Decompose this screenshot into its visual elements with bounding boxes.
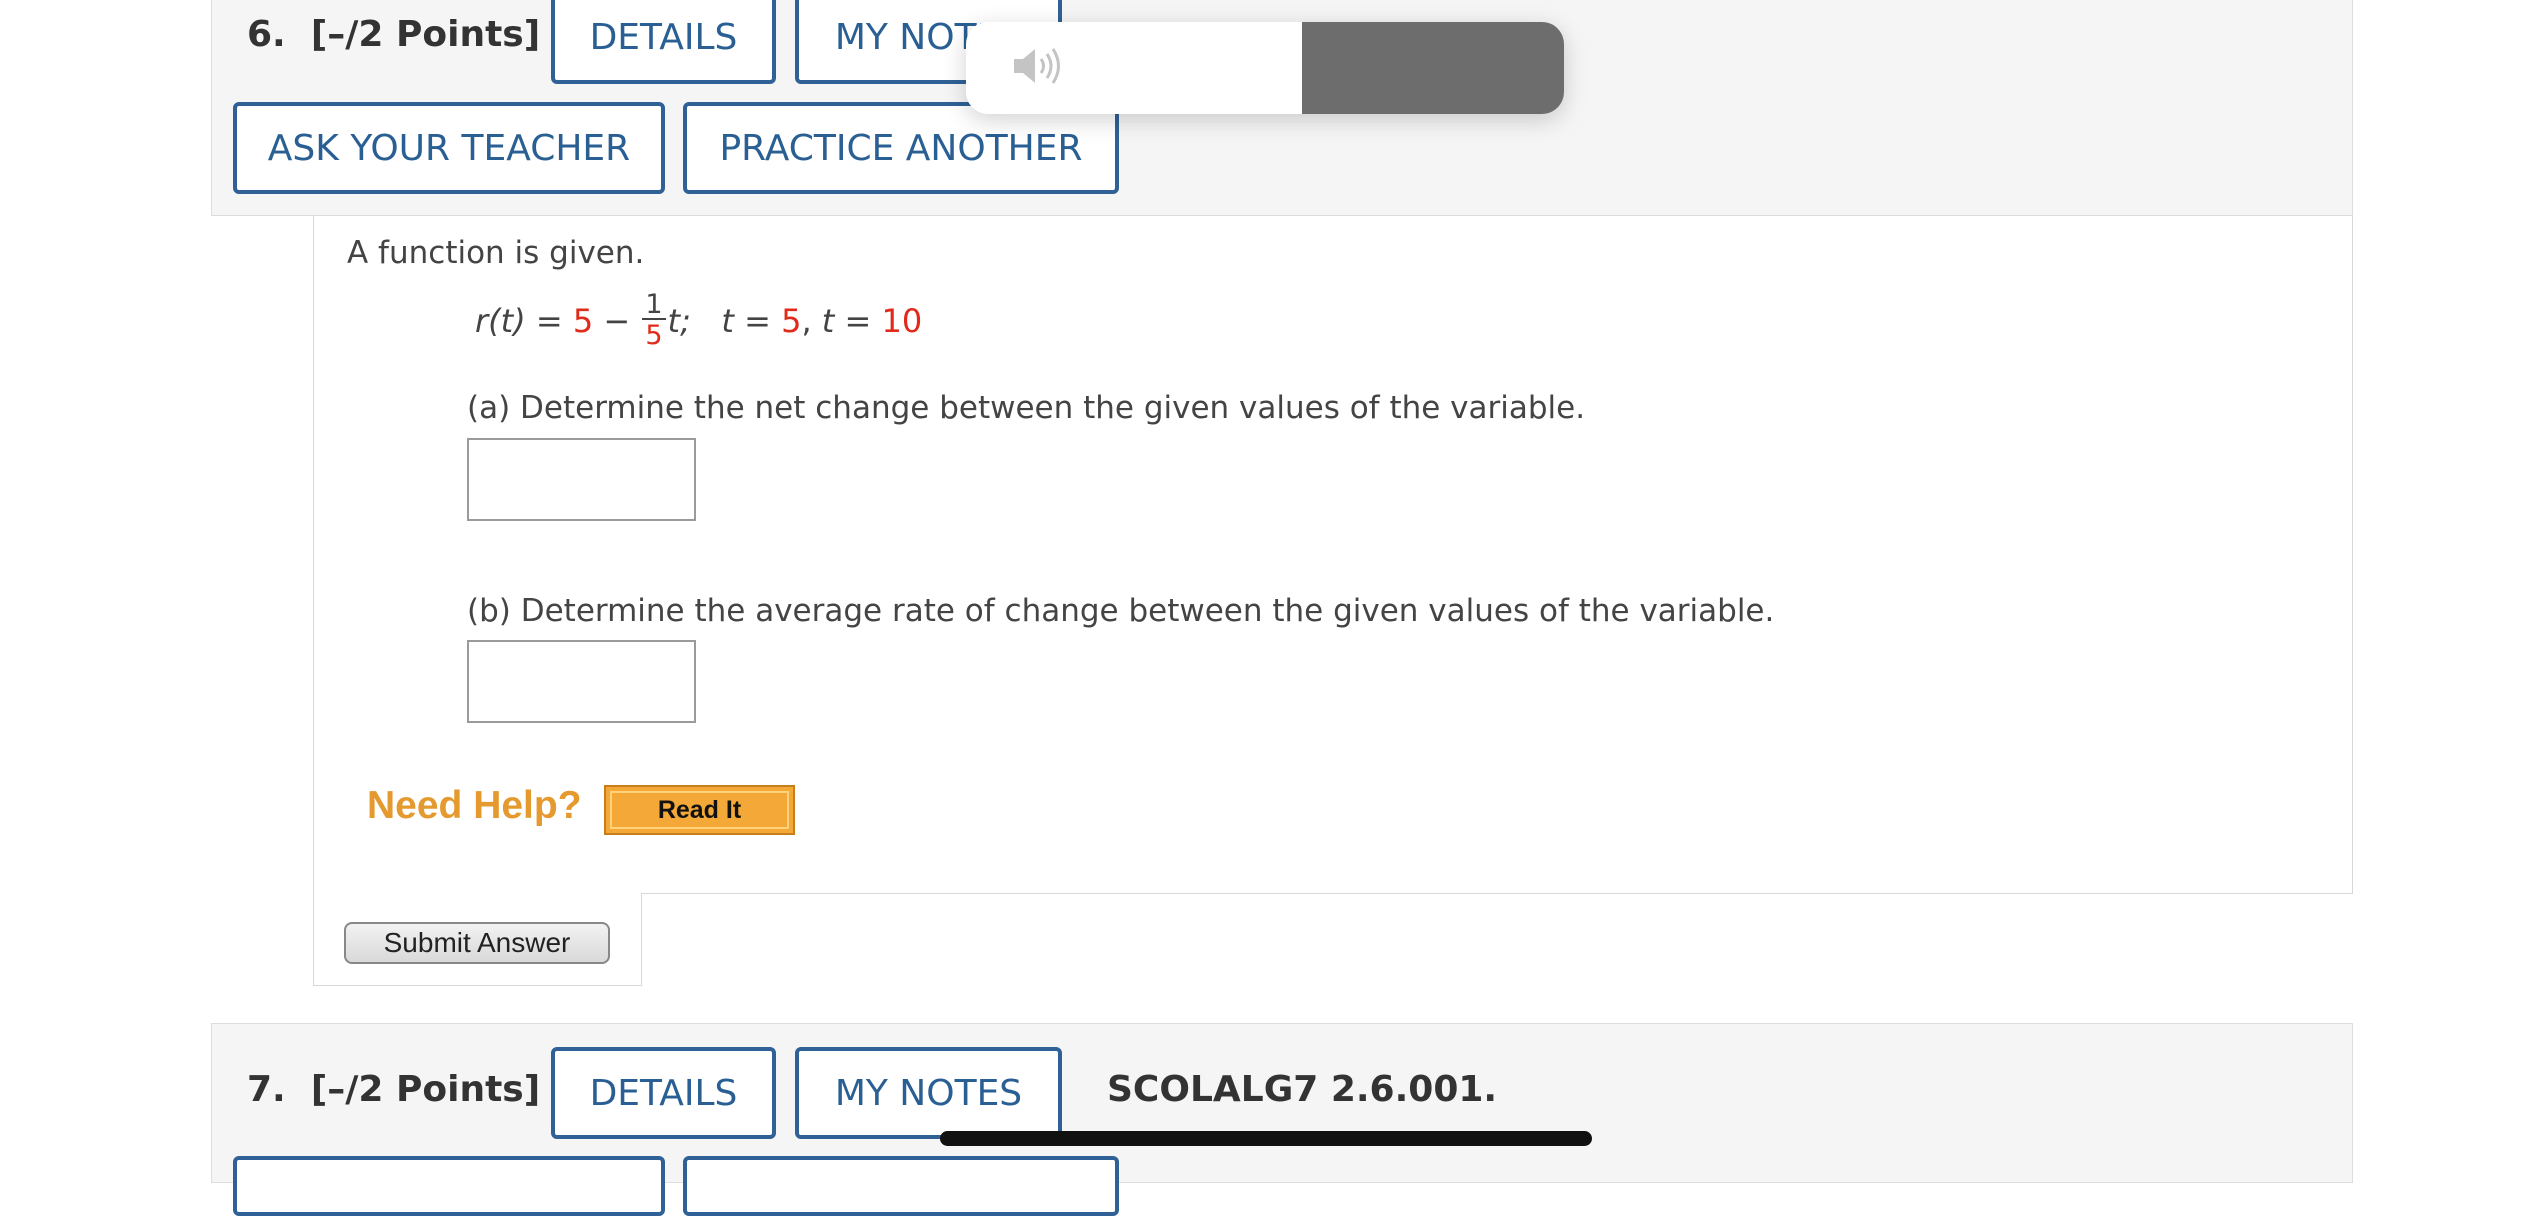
audio-player-overlay[interactable] — [966, 22, 1564, 114]
question-6-points: 6. [–/2 Points] — [247, 14, 540, 55]
details-label: DETAILS — [589, 1072, 738, 1114]
t2-value: 10 — [881, 302, 923, 340]
question-6-details-button[interactable]: DETAILS — [551, 0, 776, 84]
question-6-number: 6. — [247, 14, 286, 55]
question-7-details-button[interactable]: DETAILS — [551, 1047, 776, 1139]
part-a-prompt: (a) Determine the net change between the… — [467, 390, 1586, 426]
fraction-numerator: 1 — [642, 291, 666, 320]
details-label: DETAILS — [589, 16, 738, 58]
equation-fraction: 15 — [642, 291, 666, 351]
question-7-points-label: [–/2 Points] — [310, 1069, 541, 1110]
submit-answer-button[interactable]: Submit Answer — [344, 922, 610, 964]
question-7-code: SCOLALG7 2.6.001. — [1107, 1069, 1498, 1110]
t1-value: 5 — [781, 302, 802, 340]
function-equation: r(t) = 5 − 1 5 t; t = 5, t = 10 — [475, 291, 923, 352]
equation-comma: , — [801, 302, 822, 340]
question-7-ask-your-teacher-button[interactable] — [233, 1156, 665, 1216]
fraction-denominator: 5 — [645, 320, 663, 351]
read-it-inner: Read It — [610, 791, 789, 829]
speaker-icon[interactable] — [1010, 44, 1068, 92]
audio-player-progress[interactable] — [1302, 22, 1564, 114]
t2-label: t = — [821, 302, 882, 340]
part-b-answer-input[interactable] — [467, 640, 696, 723]
t1-label: t = — [721, 302, 782, 340]
ask-your-teacher-label: ASK YOUR TEACHER — [267, 127, 631, 169]
home-indicator[interactable] — [940, 1131, 1592, 1146]
question-7-my-notes-button[interactable]: MY NOTES — [795, 1047, 1062, 1139]
equation-constant: 5 — [572, 302, 594, 340]
question-intro: A function is given. — [347, 235, 645, 271]
equation-variable: t; — [667, 302, 691, 340]
practice-another-button[interactable]: PRACTICE ANOTHER — [683, 102, 1119, 194]
audio-player-left — [966, 22, 1302, 114]
equation-minus: − — [593, 302, 641, 340]
part-a-answer-input[interactable] — [467, 438, 696, 521]
question-7-points: 7. [–/2 Points] — [247, 1069, 540, 1110]
question-7-practice-another-button[interactable] — [683, 1156, 1119, 1216]
submit-answer-label: Submit Answer — [383, 927, 571, 958]
read-it-button[interactable]: Read It — [604, 785, 795, 835]
my-notes-label: MY NOTES — [834, 1072, 1023, 1114]
part-b-prompt: (b) Determine the average rate of change… — [467, 593, 1775, 629]
practice-another-label: PRACTICE ANOTHER — [719, 127, 1083, 169]
ask-your-teacher-button[interactable]: ASK YOUR TEACHER — [233, 102, 665, 194]
read-it-label: Read It — [657, 795, 742, 824]
need-help-label: Need Help? — [367, 784, 582, 827]
equation-lhs: r(t) = — [475, 302, 573, 340]
question-7-number: 7. — [247, 1069, 286, 1110]
question-6-points-label: [–/2 Points] — [310, 14, 541, 55]
